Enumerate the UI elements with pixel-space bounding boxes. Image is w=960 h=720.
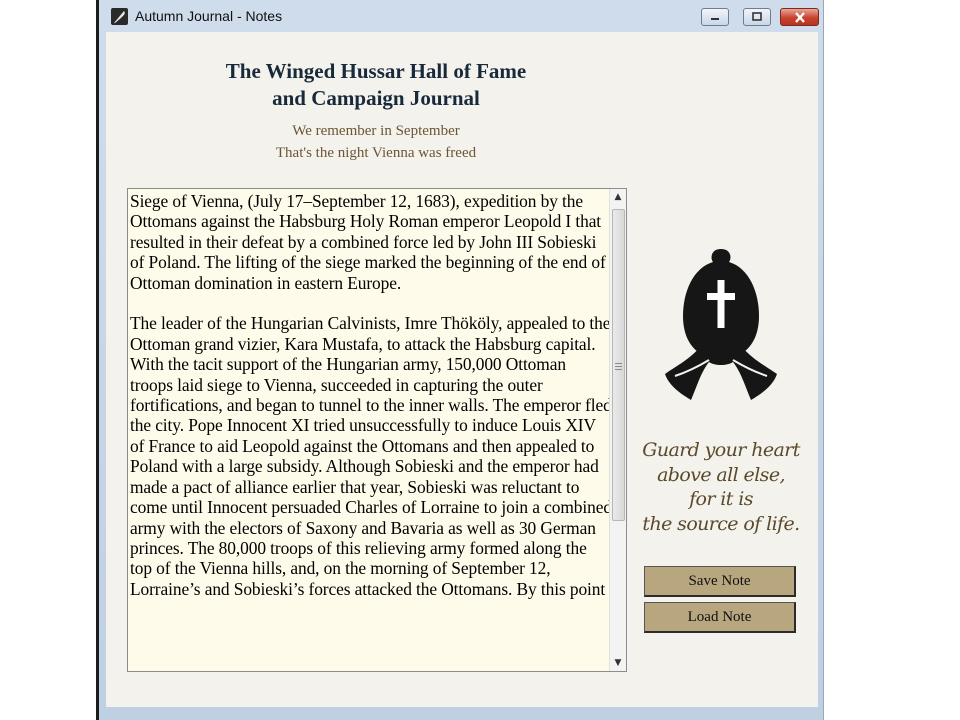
page-title-line2: and Campaign Journal <box>272 86 480 110</box>
quote-line3: for it is <box>689 488 753 510</box>
window-content: The Winged Hussar Hall of Fame and Campa… <box>106 32 818 707</box>
notes-textarea[interactable]: Siege of Vienna, (July 17–September 12, … <box>127 188 627 672</box>
page-title-line1: The Winged Hussar Hall of Fame <box>225 59 527 83</box>
quill-icon <box>111 8 128 25</box>
close-icon <box>794 12 805 23</box>
quote: Guard your heart above all else, for it … <box>641 438 801 536</box>
quote-line1: Guard your heart <box>642 439 800 461</box>
page-subtitle: We remember in September That's the nigh… <box>106 120 646 164</box>
window-title: Autumn Journal - Notes <box>135 8 283 24</box>
notes-scrollbar[interactable]: ▲ ▼ <box>609 189 626 671</box>
maximize-button[interactable] <box>743 8 771 26</box>
scrollbar-thumb[interactable] <box>612 209 625 521</box>
minimize-icon <box>711 18 719 20</box>
quote-line4: the source of life. <box>642 512 800 535</box>
page-title: The Winged Hussar Hall of Fame and Campa… <box>106 58 646 112</box>
grip-icon <box>615 361 622 370</box>
save-note-button[interactable]: Save Note <box>644 566 796 597</box>
hussar-cross-emblem-icon <box>661 244 781 409</box>
maximize-icon <box>752 12 762 21</box>
page-subtitle-line1: We remember in September <box>292 123 460 139</box>
minimize-button[interactable] <box>701 8 729 26</box>
notes-text[interactable]: Siege of Vienna, (July 17–September 12, … <box>130 191 612 669</box>
close-button[interactable] <box>780 8 819 26</box>
page-subtitle-line2: That's the night Vienna was freed <box>275 145 477 161</box>
scroll-up-icon[interactable]: ▲ <box>610 189 626 205</box>
quote-line2: above all else, <box>657 463 785 486</box>
title-bar[interactable]: Autumn Journal - Notes <box>99 0 823 32</box>
scroll-down-icon[interactable]: ▼ <box>610 655 626 671</box>
app-window: Autumn Journal - Notes The Winged Hussar… <box>96 0 824 720</box>
load-note-button[interactable]: Load Note <box>644 602 796 633</box>
